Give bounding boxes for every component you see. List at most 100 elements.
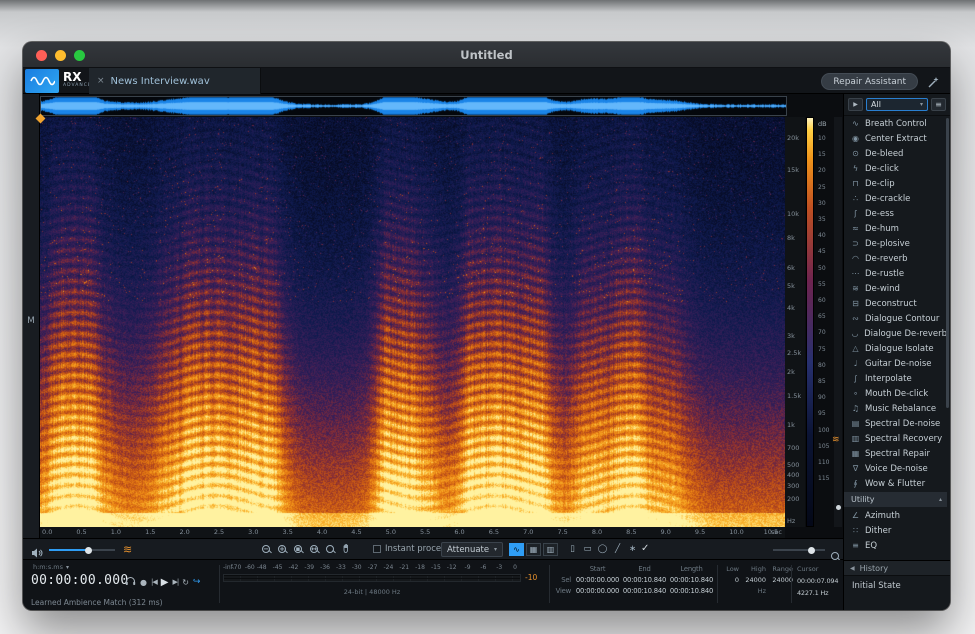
module-item-dialogue-de-reverb[interactable]: ◡Dialogue De-reverb [844, 326, 947, 341]
module-item-eq[interactable]: ≡EQ [844, 538, 947, 553]
module-item-de-rustle[interactable]: ⋯De-rustle [844, 266, 947, 281]
freq-range-value[interactable]: 24000 [768, 576, 793, 584]
amplitude-colorbar[interactable] [806, 117, 814, 527]
module-item-center-extract[interactable]: ◉Center Extract [844, 131, 947, 146]
db-ruler[interactable]: dB 1015202530354045505560657075808590951… [816, 117, 833, 527]
view-spectrogram-button[interactable]: ▦ [526, 543, 541, 556]
zoom-selection-button[interactable]: ▪ [293, 545, 303, 553]
zoom-slider-knob[interactable] [808, 547, 815, 554]
utility-section-header[interactable]: Utility▴ [844, 492, 947, 507]
module-item-de-wind[interactable]: ≋De-wind [844, 281, 947, 296]
module-item-deconstruct[interactable]: ⊟Deconstruct [844, 296, 947, 311]
time-ru​ler[interactable]: 0.00.51.01.52.02.53.03.54.04.55.05.56.06… [40, 527, 785, 538]
magnify-tool-button[interactable] [325, 545, 335, 553]
view-start-value[interactable]: 00:00:00.000 [575, 587, 620, 595]
module-item-dialogue-contour[interactable]: ∾Dialogue Contour [844, 311, 947, 326]
repair-wand-icon[interactable] [927, 74, 940, 93]
module-item-dither[interactable]: ∷Dither [844, 523, 947, 538]
view-length-value[interactable]: 00:00:10.840 [669, 587, 714, 595]
module-item-spectral-recovery[interactable]: ▥Spectral Recovery [844, 431, 947, 446]
module-item-de-crackle[interactable]: ∴De-crackle [844, 191, 947, 206]
meter-scale: -inf.-70-60-48-45-42-39-36-33-30-27-24-2… [223, 564, 521, 572]
follow-playhead-button[interactable]: ↪ [193, 577, 201, 587]
find-similar-button[interactable]: ✓ [635, 542, 655, 555]
db-unit-label: dB [818, 120, 827, 128]
module-item-interpolate[interactable]: ∫Interpolate [844, 371, 947, 386]
freq-header-low: Low [723, 565, 739, 573]
module-item-de-bleed[interactable]: ⊙De-bleed [844, 146, 947, 161]
view-end-value[interactable]: 00:00:10.840 [622, 587, 667, 595]
next-button[interactable]: ▶| [172, 578, 178, 586]
repair-assistant-button[interactable]: Repair Assistant [821, 73, 918, 90]
module-item-azimuth[interactable]: ∠Azimuth [844, 508, 947, 523]
time-format-select[interactable]: h:m:s.ms ▾ [33, 563, 69, 571]
azimuth-icon: ∠ [851, 511, 860, 520]
module-item-spectral-repair[interactable]: ▦Spectral Repair [844, 446, 947, 461]
vertical-scrollbar[interactable]: ≋ [834, 117, 842, 527]
module-item-de-reverb[interactable]: ◠De-reverb [844, 251, 947, 266]
selection-length-value[interactable]: 00:00:10.840 [669, 576, 714, 584]
history-header[interactable]: ◀ History [844, 561, 950, 576]
spectrogram-waveform-blend-icon[interactable]: ≋ [123, 543, 132, 556]
editor-area: M 0.00.51.01.52.02.53.03.54.04.55.05.56.… [23, 94, 843, 538]
frequency-ruler[interactable]: Hz 20k15k10k8k6k5k4k3k2.5k2k1.5k1k700500… [785, 117, 805, 527]
db-tick-label: 45 [818, 248, 826, 255]
freq-high-value[interactable]: 24000 [741, 576, 766, 584]
module-item-label: Voice De-noise [865, 464, 928, 474]
module-item-de-ess[interactable]: ʃDe-ess [844, 206, 947, 221]
zoom-button-group: − + ▪ ↔ [261, 543, 353, 554]
history-title: History [860, 564, 888, 573]
monitor-volume-slider[interactable] [49, 549, 115, 551]
brush-selection-tool-button[interactable]: ╱ [611, 543, 624, 556]
volume-knob[interactable] [85, 547, 92, 554]
view-waveform-button[interactable]: ∿ [509, 543, 524, 556]
module-menu-button[interactable]: ≡ [931, 98, 946, 111]
loop-button[interactable]: ↻ [182, 578, 189, 587]
module-item-voice-de-noise[interactable]: ∇Voice De-noise [844, 461, 947, 476]
module-preview-button[interactable]: ▶ [848, 98, 863, 111]
module-item-breath-control[interactable]: ∿Breath Control [844, 116, 947, 131]
spectrogram-blend-icon[interactable]: ≋ [832, 435, 840, 445]
module-item-wow-flutter[interactable]: ∮Wow & Flutter [844, 476, 947, 491]
record-button[interactable]: ● [140, 578, 147, 587]
tab-close-icon[interactable]: × [97, 76, 105, 86]
time-selection-tool-button[interactable]: ▯ [566, 543, 579, 556]
freq-tick-label: 700 [787, 444, 799, 452]
module-item-spectral-de-noise[interactable]: ▤Spectral De-noise [844, 416, 947, 431]
play-button[interactable]: ▶ [161, 577, 169, 588]
tab-news-interview[interactable]: × News Interview.wav [89, 68, 261, 94]
selection-start-value[interactable]: 00:00:00.000 [575, 576, 620, 584]
zoom-fit-button[interactable]: ↔ [309, 545, 319, 553]
previous-button[interactable]: |◀ [151, 578, 157, 586]
module-list-scrollbar[interactable] [946, 118, 949, 408]
collapse-history-icon[interactable]: ◀ [850, 565, 855, 572]
freq-low-value[interactable]: 0 [723, 576, 739, 584]
zoom-out-button[interactable]: − [261, 545, 271, 553]
module-item-music-rebalance[interactable]: ♫Music Rebalance [844, 401, 947, 416]
monitor-headphones-icon[interactable] [125, 576, 136, 588]
view-blend-button[interactable]: ▥ [543, 543, 558, 556]
hand-tool-button[interactable] [341, 543, 353, 554]
module-item-de-click[interactable]: ϟDe-click [844, 161, 947, 176]
instant-process-mode-select[interactable]: Attenuate ▾ [441, 542, 503, 557]
module-item-de-clip[interactable]: ⊓De-clip [844, 176, 947, 191]
lasso-selection-tool-button[interactable]: ◯ [596, 543, 609, 556]
instant-process-checkbox[interactable] [373, 545, 381, 553]
history-item-initial-state[interactable]: Initial State [844, 576, 950, 596]
module-item-de-hum[interactable]: ≈De-hum [844, 221, 947, 236]
module-filter-select[interactable]: All ▾ [866, 98, 928, 111]
level-meter[interactable] [223, 574, 521, 582]
instant-process-toggle[interactable]: Instant process [373, 544, 450, 554]
selection-end-value[interactable]: 00:00:10.840 [622, 576, 667, 584]
time-frequency-selection-tool-button[interactable]: ▭ [581, 543, 594, 556]
zoom-slider[interactable] [773, 549, 825, 551]
module-item-dialogue-isolate[interactable]: △Dialogue Isolate [844, 341, 947, 356]
vertical-scroll-handle[interactable] [836, 505, 841, 510]
spectrogram-canvas[interactable] [40, 117, 785, 527]
module-item-guitar-de-noise[interactable]: ♩Guitar De-noise [844, 356, 947, 371]
module-item-mouth-de-click[interactable]: ∘Mouth De-click [844, 386, 947, 401]
module-item-de-plosive[interactable]: ⊃De-plosive [844, 236, 947, 251]
titlebar[interactable]: Untitled [23, 42, 950, 68]
waveform-overview[interactable] [40, 96, 787, 116]
zoom-in-button[interactable]: + [277, 545, 287, 553]
